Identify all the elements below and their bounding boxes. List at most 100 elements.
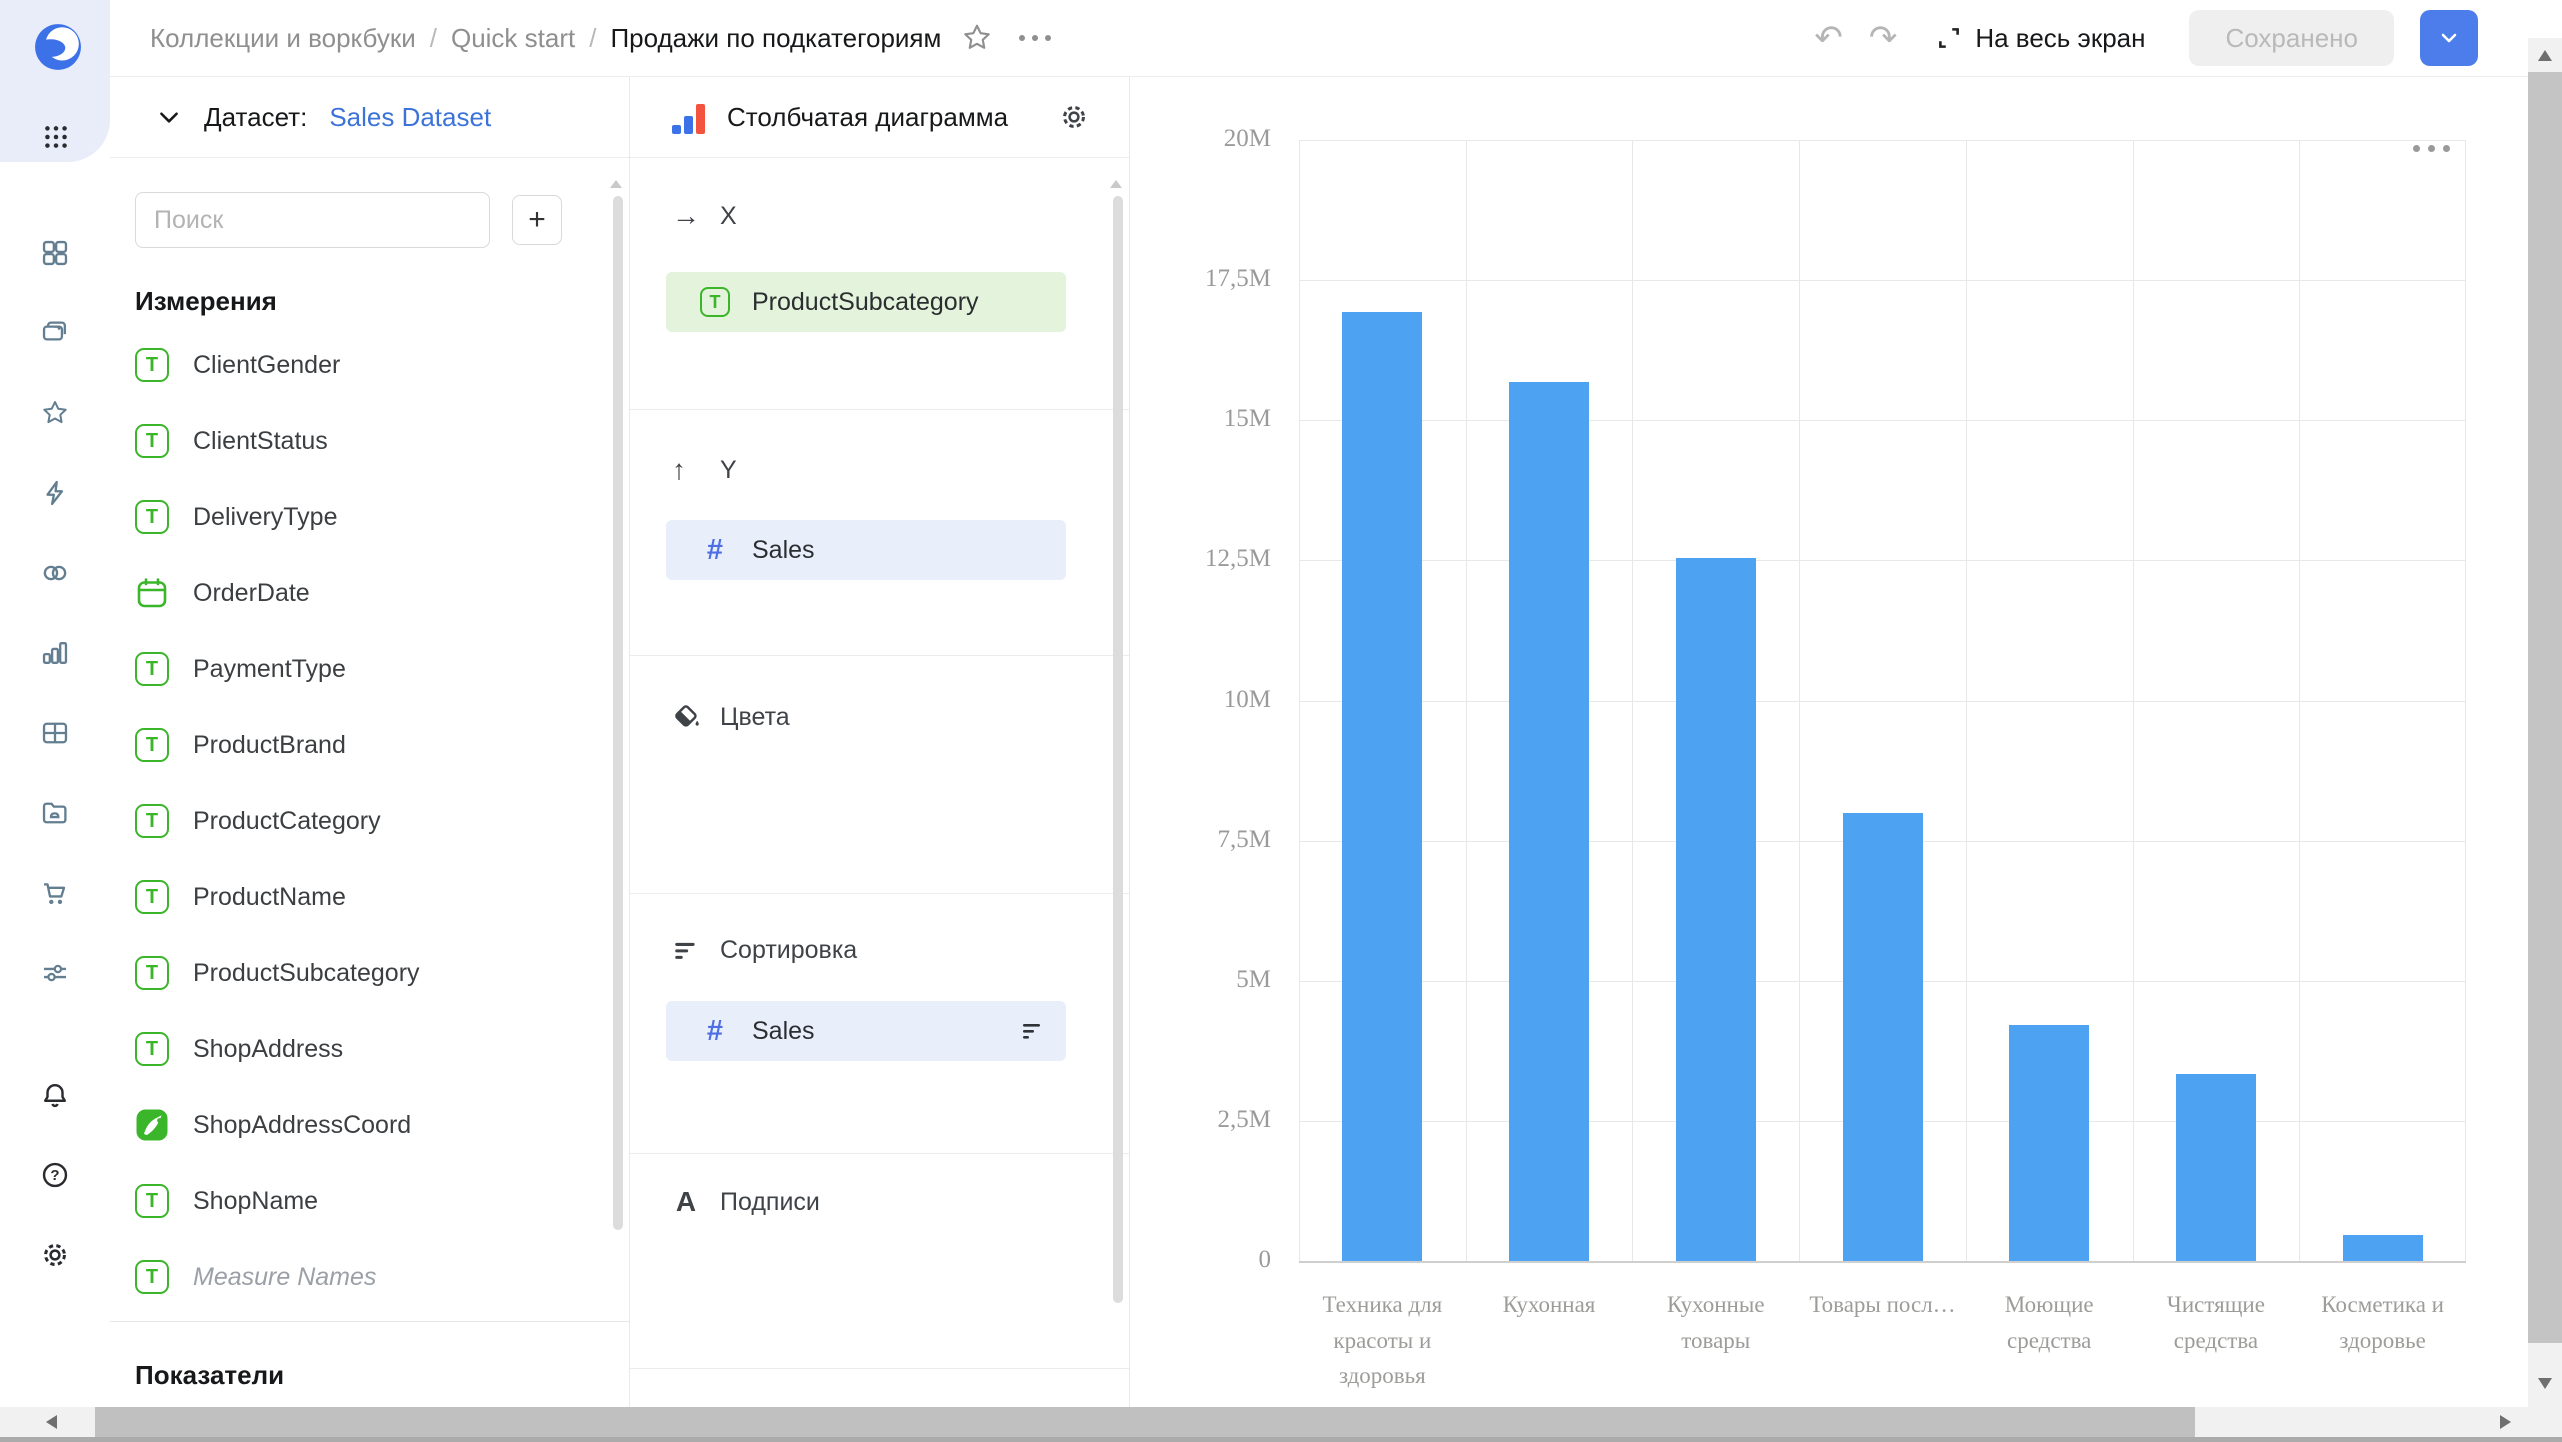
dataset-field[interactable]: T ClientStatus	[135, 403, 604, 479]
topbar-actions: ↶ ↷ На весь экран Сохранено	[1814, 10, 2478, 66]
gridline-x	[1965, 140, 1967, 1261]
breadcrumb-workbook[interactable]: Quick start	[451, 23, 575, 54]
horizontal-scrollbar-thumb[interactable]	[95, 1407, 2195, 1437]
gridline-y	[1299, 280, 2466, 282]
scroll-down-arrow-icon[interactable]	[2538, 1378, 2552, 1389]
save-dropdown-button[interactable]	[2420, 10, 2478, 66]
sort-field-pill[interactable]: # Sales	[666, 1001, 1066, 1061]
y-axis-tick-label: 20M	[1223, 125, 1271, 152]
add-field-button[interactable]: +	[512, 195, 562, 245]
dashboards-icon[interactable]	[40, 238, 70, 268]
scroll-up-arrow-icon[interactable]	[2538, 50, 2552, 61]
dataset-name-link[interactable]: Sales Dataset	[329, 102, 491, 133]
favorite-star-icon[interactable]	[961, 22, 993, 54]
bar-Sales[interactable]	[2175, 1073, 2256, 1261]
favorites-star-icon[interactable]	[40, 398, 70, 428]
dataset-field[interactable]: T ClientGender	[135, 327, 604, 403]
connections-icon[interactable]	[40, 558, 70, 588]
breadcrumb: Коллекции и воркбуки / Quick start / Про…	[150, 23, 941, 54]
number-field-icon: #	[706, 1014, 724, 1047]
horizontal-scrollbar[interactable]	[0, 1407, 2528, 1437]
dimensions-heading: Измерения	[135, 286, 277, 316]
chevron-down-icon	[2441, 33, 2457, 43]
sort-direction-icon[interactable]	[1020, 1018, 1046, 1044]
dataset-field[interactable]: T ProductCategory	[135, 783, 604, 859]
panel-scroll-up-arrow[interactable]	[1110, 180, 1122, 188]
colors-section-label: Цвета	[720, 702, 790, 731]
dataset-field[interactable]: OrderDate	[135, 555, 604, 631]
sort-lines-icon	[672, 937, 700, 965]
column-chart-type-icon[interactable]	[672, 100, 705, 134]
breadcrumb-separator: /	[429, 22, 437, 53]
rail-nav-group	[0, 238, 110, 988]
dataset-field[interactable]: T DeliveryType	[135, 479, 604, 555]
plot-area: 0 2,5M 5M 7,5M 10M 12,5M 15M 17,5M 20M Техника дл…	[1205, 125, 2466, 1388]
y-axis-arrow-icon: ↑	[672, 454, 686, 485]
text-field-icon: T	[135, 956, 169, 990]
flash-icon[interactable]	[40, 478, 70, 508]
bar-Sales[interactable]	[2342, 1234, 2423, 1261]
files-folder-icon[interactable]	[40, 798, 70, 828]
datalens-logo[interactable]	[33, 22, 83, 72]
bar-Sales[interactable]	[1509, 382, 1590, 1261]
svg-text:?: ?	[50, 1167, 59, 1184]
dataset-field[interactable]: T PaymentType	[135, 631, 604, 707]
x-axis-category-label: Моющие средства	[2004, 1292, 2094, 1353]
chart-settings-gear-icon[interactable]	[1059, 102, 1089, 132]
undo-icon[interactable]: ↶	[1814, 21, 1843, 55]
gridline-x	[2465, 140, 2466, 1261]
bar-Sales[interactable]	[1842, 812, 1923, 1261]
field-search-input[interactable]	[135, 192, 490, 248]
settings-sliders-icon[interactable]	[40, 958, 70, 988]
dataset-field[interactable]: T ShopAddress	[135, 1011, 604, 1087]
settings-gear-icon[interactable]	[40, 1240, 70, 1270]
scrollbar-corner	[2528, 1407, 2562, 1437]
chart-type-label[interactable]: Столбчатая диаграмма	[727, 102, 1041, 133]
notifications-bell-icon[interactable]	[40, 1080, 70, 1110]
saved-button[interactable]: Сохранено	[2189, 10, 2394, 66]
dataset-field[interactable]: T ShopName	[135, 1163, 604, 1239]
bar-Sales[interactable]	[1675, 557, 1756, 1261]
dataset-field[interactable]: T ProductSubcategory	[135, 935, 604, 1011]
fullscreen-button[interactable]: На весь экран	[1935, 23, 2145, 54]
gridline-x	[1299, 140, 1300, 1261]
collapse-chevron-icon[interactable]	[156, 104, 182, 130]
x-axis-category-label: Чистящие средства	[2166, 1292, 2265, 1353]
x-axis-category-label: Техника для красоты и здоровья	[1322, 1292, 1443, 1389]
collections-icon[interactable]	[40, 318, 70, 348]
gridline-y	[1299, 420, 2466, 422]
y-axis-tick-label: 15M	[1223, 405, 1271, 433]
marketplace-cart-icon[interactable]	[40, 878, 70, 908]
section-sort: Сортировка # Sales	[630, 936, 1129, 1154]
vertical-scrollbar[interactable]	[2528, 38, 2562, 1407]
help-icon[interactable]: ?	[40, 1160, 70, 1190]
charts-icon[interactable]	[40, 638, 70, 668]
bar-Sales[interactable]	[2009, 1025, 2090, 1261]
dataset-panel-body: + Измерения T ClientGender T ClientStatu…	[110, 158, 629, 1391]
sort-field-name: Sales	[752, 1016, 815, 1045]
y-section-label: Y	[720, 455, 737, 484]
scroll-right-arrow-icon[interactable]	[2500, 1415, 2511, 1429]
x-field-pill[interactable]: T ProductSubcategory	[666, 272, 1066, 332]
scroll-left-arrow-icon[interactable]	[46, 1415, 57, 1429]
redo-icon[interactable]: ↷	[1869, 21, 1898, 55]
dataset-field[interactable]: ShopAddressCoord	[135, 1087, 604, 1163]
gridline-y	[1299, 140, 2466, 141]
dataset-field[interactable]: T Measure Names	[135, 1239, 604, 1315]
dataset-field[interactable]: T ProductName	[135, 859, 604, 935]
dataset-field[interactable]: T ProductBrand	[135, 707, 604, 783]
breadcrumb-collections[interactable]: Коллекции и воркбуки	[150, 23, 416, 54]
config-panel-scrollbar[interactable]	[1113, 196, 1123, 1303]
tables-icon[interactable]	[40, 718, 70, 748]
vertical-scrollbar-thumb[interactable]	[2528, 72, 2562, 1343]
more-actions-icon[interactable]	[1019, 35, 1052, 41]
gridline-x	[1632, 140, 1634, 1261]
y-field-pill[interactable]: # Sales	[666, 520, 1066, 580]
y-axis-tick-label: 0	[1258, 1246, 1272, 1273]
dataset-panel-scrollbar[interactable]	[613, 196, 623, 1230]
gridline-x	[1465, 140, 1467, 1261]
all-services-icon[interactable]	[41, 122, 71, 152]
panel-scroll-up-arrow[interactable]	[610, 180, 622, 188]
bar-Sales[interactable]	[1342, 312, 1423, 1261]
x-axis-category-label: Кухонные товары	[1667, 1292, 1765, 1353]
